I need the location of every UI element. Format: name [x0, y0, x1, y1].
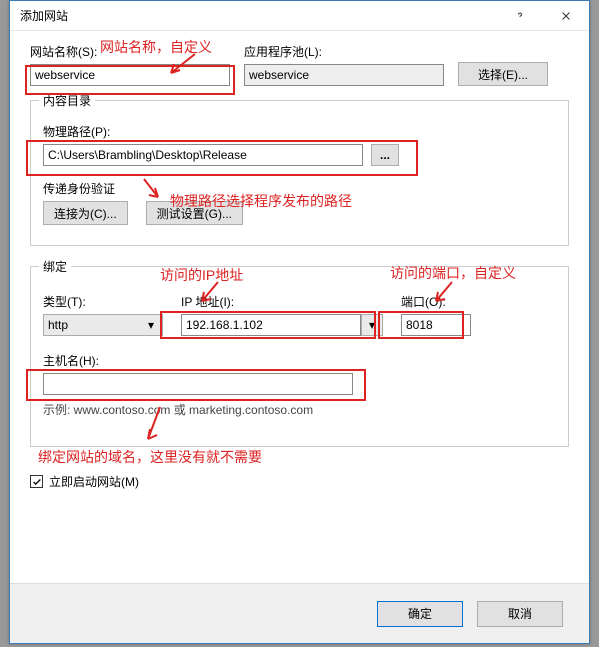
- browse-button[interactable]: ...: [371, 144, 399, 166]
- start-now-label: 立即启动网站(M): [49, 473, 139, 490]
- close-button[interactable]: [543, 1, 589, 31]
- titlebar: 添加网站: [10, 1, 589, 31]
- test-settings-button[interactable]: 测试设置(G)...: [146, 201, 243, 225]
- content-legend: 内容目录: [39, 92, 95, 109]
- auth-label: 传递身份验证: [43, 180, 556, 197]
- chevron-down-icon: ▾: [144, 318, 158, 332]
- type-label: 类型(T):: [43, 293, 163, 310]
- checkbox-box: [30, 475, 43, 488]
- host-input[interactable]: [43, 373, 353, 395]
- binding-groupbox: 绑定 类型(T): http ▾ IP 地址(I): ▾: [30, 266, 569, 447]
- binding-legend: 绑定: [39, 258, 71, 275]
- help-icon: [514, 10, 526, 22]
- app-pool-label: 应用程序池(L):: [244, 43, 444, 60]
- window-title: 添加网站: [20, 7, 497, 24]
- check-icon: [32, 477, 42, 487]
- site-name-label: 网站名称(S):: [30, 43, 230, 60]
- ip-label: IP 地址(I):: [181, 293, 383, 310]
- dialog-content: 网站名称(S): 应用程序池(L): 选择(E)... 内容目录 物理路径(P)…: [10, 31, 589, 583]
- cancel-button[interactable]: 取消: [477, 601, 563, 627]
- connect-as-button[interactable]: 连接为(C)...: [43, 201, 128, 225]
- phys-path-input[interactable]: [43, 144, 363, 166]
- help-button[interactable]: [497, 1, 543, 31]
- add-website-dialog: 添加网站 网站名称(S): 应用程序池(L): 选择(E)... 内容目录 物理…: [9, 0, 590, 644]
- port-label: 端口(O):: [401, 293, 471, 310]
- app-pool-input: [244, 64, 444, 86]
- ok-button[interactable]: 确定: [377, 601, 463, 627]
- close-icon: [560, 10, 572, 22]
- start-now-checkbox[interactable]: 立即启动网站(M): [30, 473, 569, 490]
- content-groupbox: 内容目录 物理路径(P): ... 传递身份验证 连接为(C)... 测试设置(…: [30, 100, 569, 246]
- ip-input[interactable]: [181, 314, 361, 336]
- dialog-footer: 确定 取消: [10, 583, 589, 643]
- host-label: 主机名(H):: [43, 352, 556, 369]
- site-name-input[interactable]: [30, 64, 230, 86]
- host-example: 示例: www.contoso.com 或 marketing.contoso.…: [43, 401, 556, 418]
- type-select[interactable]: http ▾: [43, 314, 163, 336]
- port-input[interactable]: [401, 314, 471, 336]
- type-value: http: [48, 318, 68, 332]
- phys-path-label: 物理路径(P):: [43, 123, 556, 140]
- ip-dropdown[interactable]: ▾: [361, 314, 383, 336]
- chevron-down-icon: ▾: [365, 318, 379, 332]
- browse-label: ...: [380, 148, 390, 162]
- select-app-pool-button[interactable]: 选择(E)...: [458, 62, 548, 86]
